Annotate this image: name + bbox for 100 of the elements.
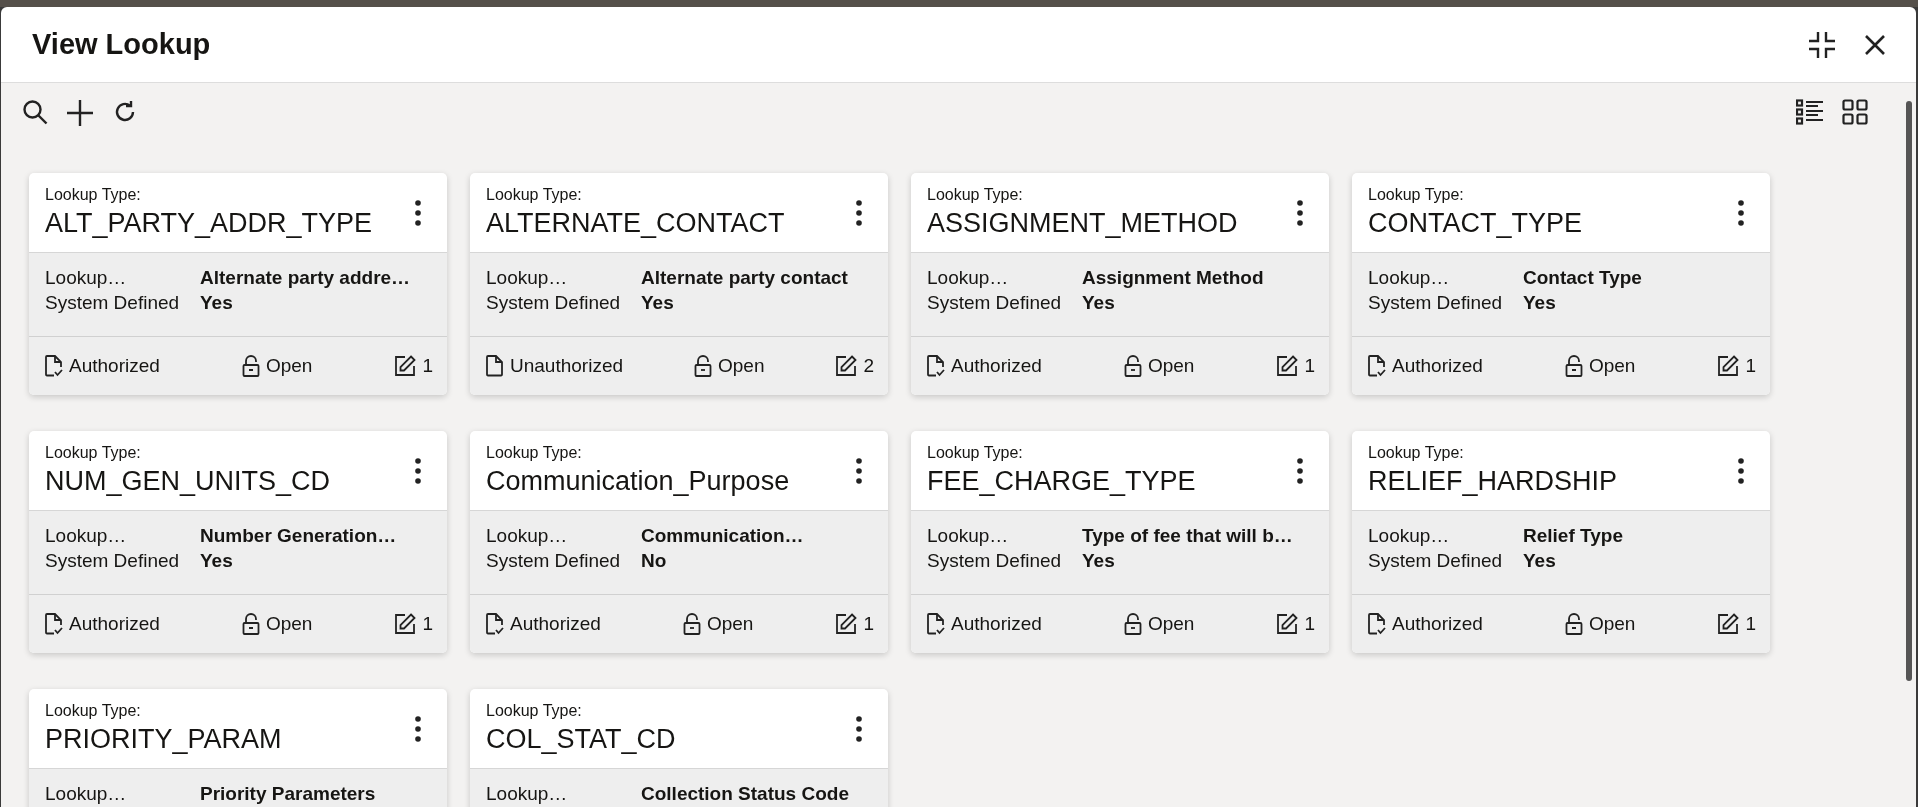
field-value: Type of fee that will b… [1082,525,1293,547]
lookup-type-name: Communication_Purpose [486,466,790,497]
edit-icon[interactable] [1276,613,1299,635]
field-label: Lookup… [45,267,128,289]
field-label: Lookup Type: [45,702,142,720]
edit-icon[interactable] [835,613,858,635]
field-value: Yes [1082,292,1115,314]
field-label: Lookup Type: [927,444,1024,462]
lookup-type-name: ALTERNATE_CONTACT [486,208,785,239]
more-options-icon[interactable] [1297,199,1303,226]
more-options-icon[interactable] [1738,199,1744,226]
status-text: Authorized [69,613,160,635]
field-label: Lookup Type: [486,702,583,720]
field-label: Lookup Type: [45,186,142,204]
list-view-icon[interactable] [1796,99,1824,125]
field-label: Lookup Type: [486,444,583,462]
lookup-type-name: NUM_GEN_UNITS_CD [45,466,331,497]
lookup-card[interactable]: Lookup Type: RELIEF_HARDSHIP Lookup… Relief Type System Defined Yes Authorized Open 1 [1352,431,1770,653]
lookup-card[interactable]: Lookup Type: FEE_CHARGE_TYPE Lookup… Type of fee that will b… System Defined Yes Authorized Open 1 [911,431,1329,653]
edit-icon[interactable] [1717,355,1740,377]
field-value: No [641,550,667,572]
more-options-icon[interactable] [856,715,862,742]
field-value: Priority Parameters [200,783,376,805]
edit-icon[interactable] [1717,613,1740,635]
more-options-icon[interactable] [415,457,421,484]
field-label: Lookup… [927,267,1010,289]
status-text: Authorized [510,613,601,635]
lock-status-text: Open [1147,613,1195,635]
lock-status-text: Open [265,355,313,377]
field-label: Lookup Type: [927,186,1024,204]
field-value: Alternate party addre… [200,267,411,289]
lookup-type-name: RELIEF_HARDSHIP [1368,466,1618,497]
lookup-card[interactable]: Lookup Type: ASSIGNMENT_METHOD Lookup… Assignment Method System Defined Yes Authorized Open 1 [911,173,1329,395]
lookup-type-name: CONTACT_TYPE [1368,208,1583,239]
edit-count: 1 [863,613,874,635]
field-value: Yes [200,550,233,572]
field-value: Yes [200,292,233,314]
field-label: Lookup… [1368,267,1451,289]
field-label: System Defined [927,550,1063,572]
more-options-icon[interactable] [1297,457,1303,484]
status-text: Authorized [951,355,1042,377]
field-label: Lookup… [486,783,569,805]
edit-count: 2 [863,355,874,377]
field-label: Lookup Type: [1368,444,1465,462]
status-text: Authorized [69,355,160,377]
more-options-icon[interactable] [1738,457,1744,484]
edit-icon[interactable] [835,355,858,377]
status-text: Authorized [951,613,1042,635]
edit-count: 1 [422,613,433,635]
lock-status-text: Open [265,613,313,635]
unlocked-icon [241,613,260,635]
unlocked-icon [694,355,712,377]
lookup-card[interactable]: Lookup Type: NUM_GEN_UNITS_CD Lookup… Number Generation… System Defined Yes Authorized Open 1 [29,431,447,653]
edit-count: 1 [1304,613,1315,635]
lookup-card[interactable]: Lookup Type: CONTACT_TYPE Lookup… Contact Type System Defined Yes Authorized Open 1 [1352,173,1770,395]
close-icon[interactable] [1864,33,1886,56]
lookup-card[interactable]: Lookup Type: ALTERNATE_CONTACT Lookup… Alternate party contact System Defined Yes Unauthorized Open 2 [470,173,888,395]
search-icon[interactable] [22,99,48,125]
status-text: Unauthorized [510,355,624,377]
field-label: System Defined [486,292,622,314]
field-label: Lookup Type: [486,186,583,204]
field-value: Number Generation… [200,525,397,547]
field-value: Relief Type [1523,525,1623,547]
unlocked-icon [682,613,701,635]
edit-icon[interactable] [1276,355,1299,377]
lookup-card[interactable]: Lookup Type: COL_STAT_CD Lookup… Collection Status Code [470,689,888,807]
field-label: System Defined [45,550,181,572]
edit-icon[interactable] [394,355,417,377]
collapse-icon[interactable] [1808,30,1836,59]
unlocked-icon [241,355,260,377]
lookup-type-name: COL_STAT_CD [486,724,676,755]
more-options-icon[interactable] [415,715,421,742]
field-value: Yes [641,292,674,314]
status-text: Authorized [1392,355,1483,377]
status-text: Authorized [1392,613,1483,635]
edit-count: 1 [1304,355,1315,377]
field-label: System Defined [927,292,1063,314]
lookup-type-name: PRIORITY_PARAM [45,724,282,755]
lookup-card[interactable]: Lookup Type: Communication_Purpose Lookup… Communication… System Defined No Authorized Open 1 [470,431,888,653]
unlocked-icon [1123,355,1142,377]
edit-icon[interactable] [394,613,417,635]
field-label: System Defined [45,292,181,314]
add-icon[interactable] [66,99,94,127]
field-value: Yes [1082,550,1115,572]
field-label: Lookup… [927,525,1010,547]
field-value: Assignment Method [1082,267,1264,289]
lock-status-text: Open [1588,613,1636,635]
more-options-icon[interactable] [856,199,862,226]
lookup-card[interactable]: Lookup Type: ALT_PARTY_ADDR_TYPE Lookup… Alternate party addre… System Defined Yes Authorized Open 1 [29,173,447,395]
field-label: Lookup Type: [1368,186,1465,204]
field-label: System Defined [1368,292,1504,314]
field-label: Lookup… [45,525,128,547]
grid-view-icon[interactable] [1842,99,1868,125]
field-value: Yes [1523,550,1556,572]
lookup-type-name: FEE_CHARGE_TYPE [927,466,1196,497]
more-options-icon[interactable] [415,199,421,226]
lookup-card[interactable]: Lookup Type: PRIORITY_PARAM Lookup… Priority Parameters [29,689,447,807]
edit-count: 1 [1745,613,1756,635]
more-options-icon[interactable] [856,457,862,484]
lock-status-text: Open [718,355,765,377]
